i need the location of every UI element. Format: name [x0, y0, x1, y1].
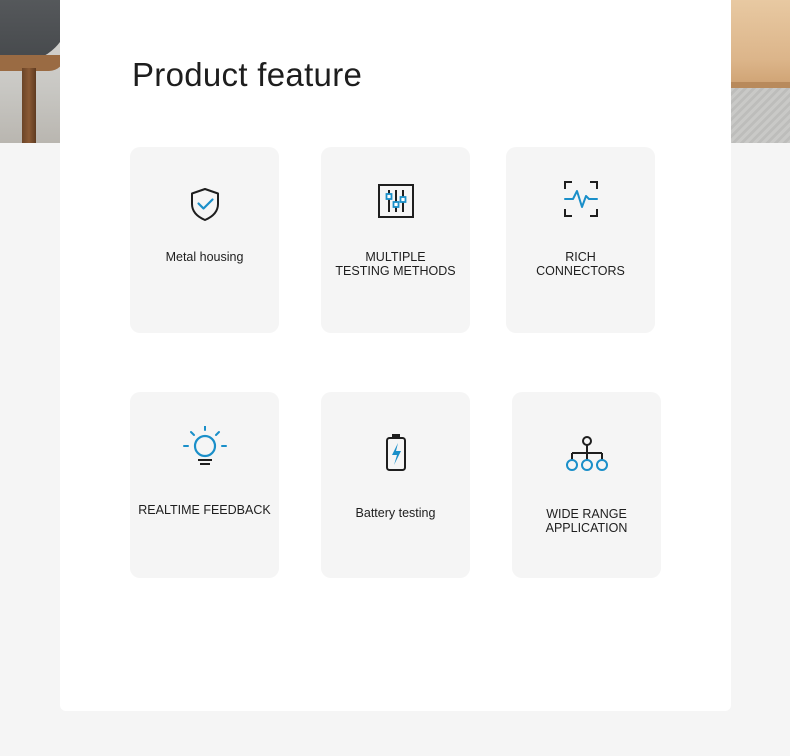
feature-card-wide-range-application: WIDE RANGE APPLICATION	[512, 392, 661, 578]
waveform-scan-icon	[563, 181, 598, 217]
page-title: Product feature	[132, 56, 363, 93]
feature-card-multiple-testing-methods: MULTIPLE TESTING METHODS	[321, 147, 470, 333]
feature-label: RICH CONNECTORS	[536, 250, 625, 278]
network-tree-icon	[565, 436, 608, 471]
background-photo-right	[731, 0, 790, 143]
feature-label: Metal housing	[165, 250, 244, 264]
feature-label: WIDE RANGE APPLICATION	[545, 507, 628, 535]
feature-card-battery-testing: Battery testing	[321, 392, 470, 578]
background-photo-left	[0, 0, 60, 143]
feature-panel	[60, 0, 731, 711]
feature-card-metal-housing: Metal housing	[130, 147, 279, 333]
battery-charge-icon	[385, 434, 406, 471]
lightbulb-icon	[182, 426, 227, 465]
feature-card-realtime-feedback: REALTIME FEEDBACK	[130, 392, 279, 578]
sliders-panel-icon	[377, 184, 414, 218]
shield-check-icon	[190, 188, 219, 221]
feature-label: Battery testing	[355, 506, 436, 520]
feature-label: MULTIPLE TESTING METHODS	[335, 250, 456, 278]
feature-card-rich-connectors: RICH CONNECTORS	[506, 147, 655, 333]
feature-label: REALTIME FEEDBACK	[138, 503, 271, 517]
